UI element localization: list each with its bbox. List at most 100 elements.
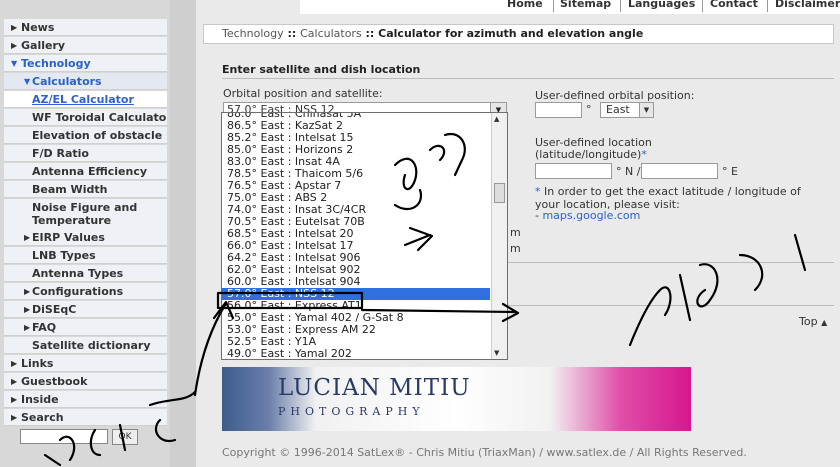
sidebar-item-faq[interactable]: ▶ FAQ — [4, 319, 167, 336]
sidebar-item-lnb-types[interactable]: LNB Types — [4, 247, 167, 264]
nav-contact-link[interactable]: Contact — [710, 0, 758, 10]
chevron-right-icon: ▶ — [24, 305, 31, 314]
nav-disclaimer-link[interactable]: Disclaimer — [775, 0, 840, 10]
latitude-unit: ° N / — [616, 165, 641, 178]
maps-link-row: - maps.google.com — [535, 209, 641, 222]
sidebar-item-antenna-types[interactable]: Antenna Types — [4, 265, 167, 282]
sidebar-item-label: EIRP Values — [32, 231, 105, 244]
sidebar-item-label: Calculators — [32, 75, 102, 88]
sidebar-item-label: Search — [21, 411, 64, 424]
sidebar-item-label: Technology — [21, 57, 91, 70]
latlon-label-text: (latitude/longitude) — [535, 148, 642, 161]
sidebar-item-label: DiSEqC — [32, 303, 77, 316]
sidebar-gutter — [170, 0, 196, 467]
sidebar-item-label: Antenna Types — [32, 267, 124, 280]
dropdown-scrollbar[interactable]: ▲ ▼ — [491, 113, 507, 359]
banner-subtitle: PHOTOGRAPHY — [278, 405, 425, 418]
sidebar-item-label: Beam Width — [32, 183, 108, 196]
chevron-right-icon: ▶ — [11, 41, 18, 50]
sidebar-item-satellite-dictionary[interactable]: Satellite dictionary — [4, 337, 167, 354]
sidebar-item-search[interactable]: ▶ Search — [4, 409, 167, 426]
orbital-position-input[interactable] — [535, 102, 582, 118]
sidebar-item-f-d-ratio[interactable]: F/D Ratio — [4, 145, 167, 162]
divider — [702, 0, 703, 12]
scroll-up-icon[interactable]: ▲ — [494, 115, 499, 123]
scroll-thumb[interactable] — [494, 183, 505, 203]
sidebar-item-label: Noise Figure and Temperature — [32, 201, 138, 227]
partial-label: m — [510, 226, 521, 239]
sidebar-item-az-el-calculator[interactable]: AZ/EL Calculator — [4, 91, 167, 108]
sidebar-item-technology[interactable]: ▼ Technology — [4, 55, 167, 72]
satellite-option[interactable]: 49.0° East : Yamal 202 — [222, 348, 490, 360]
sidebar-item-label: Inside — [21, 393, 59, 406]
satellite-dropdown-list[interactable]: 88.0° East : Chinasat 5A 86.5° East : Kaz… — [221, 112, 508, 360]
chevron-right-icon: ▶ — [11, 413, 18, 422]
sidebar-item-antenna-efficiency[interactable]: Antenna Efficiency — [4, 163, 167, 180]
sidebar: ▶ News ▶ Gallery ▼ Technology ▼ Calculators AZ/E… — [0, 0, 170, 467]
divider — [767, 0, 768, 12]
nav-sitemap-link[interactable]: Sitemap — [560, 0, 611, 10]
maps-link[interactable]: maps.google.com — [542, 209, 640, 222]
sidebar-item-configurations[interactable]: ▶ Configurations — [4, 283, 167, 300]
user-orbital-label: User-defined orbital position: — [535, 89, 695, 102]
sidebar-item-label: AZ/EL Calculator — [32, 93, 134, 106]
sidebar-item-elevation-of-obstacle[interactable]: Elevation of obstacle — [4, 127, 167, 144]
sidebar-item-label: LNB Types — [32, 249, 96, 262]
divider — [508, 305, 834, 306]
sidebar-item-beam-width[interactable]: Beam Width — [4, 181, 167, 198]
sidebar-item-news[interactable]: ▶ News — [4, 19, 167, 36]
direction-select-value: East — [606, 103, 630, 116]
sidebar-item-label: Guestbook — [21, 375, 88, 388]
photography-banner[interactable]: LUCIAN MITIU PHOTOGRAPHY — [222, 367, 691, 431]
sidebar-item-calculators[interactable]: ▼ Calculators — [4, 73, 167, 90]
top-link[interactable]: Top ▲ — [799, 315, 827, 328]
search-input[interactable] — [20, 429, 108, 444]
latitude-input[interactable] — [535, 163, 612, 179]
sidebar-item-label: WF Toroidal Calculator — [32, 111, 167, 124]
chevron-right-icon: ▶ — [24, 233, 31, 242]
chevron-right-icon: ▶ — [11, 395, 18, 404]
location-note: * In order to get the exact latitude / l… — [535, 185, 825, 211]
top-link-label: Top — [799, 315, 818, 328]
sidebar-item-gallery[interactable]: ▶ Gallery — [4, 37, 167, 54]
search-button[interactable]: OK — [112, 429, 138, 445]
sidebar-item-links[interactable]: ▶ Links — [4, 355, 167, 372]
direction-select[interactable]: East ▼ — [600, 102, 654, 118]
chevron-right-icon: ▶ — [24, 287, 31, 296]
sidebar-item-label: FAQ — [32, 321, 57, 334]
breadcrumb-separator: :: — [361, 27, 379, 40]
sidebar-item-label: Configurations — [32, 285, 124, 298]
chevron-right-icon: ▶ — [11, 359, 18, 368]
sidebar-item-guestbook[interactable]: ▶ Guestbook — [4, 373, 167, 390]
sidebar-item-wf-toroidal-calculator[interactable]: WF Toroidal Calculator — [4, 109, 167, 126]
sidebar-item-noise-figure-and-temperature[interactable]: Noise Figure and Temperature — [4, 199, 167, 230]
sidebar-item-label: F/D Ratio — [32, 147, 89, 160]
scroll-down-icon[interactable]: ▼ — [494, 349, 499, 357]
breadcrumb-calculators[interactable]: Calculators — [300, 27, 362, 40]
banner-title: LUCIAN MITIU — [278, 375, 471, 401]
sidebar-item-label: Satellite dictionary — [32, 339, 151, 352]
longitude-input[interactable] — [641, 163, 718, 179]
sidebar-item-label: Links — [21, 357, 54, 370]
divider — [222, 78, 834, 79]
nav-home-link[interactable]: Home — [507, 0, 543, 10]
breadcrumb-technology[interactable]: Technology — [222, 27, 284, 40]
chevron-right-icon: ▶ — [11, 23, 18, 32]
longitude-unit: ° E — [722, 165, 738, 178]
arrow-up-icon: ▲ — [821, 318, 828, 327]
chevron-down-icon[interactable]: ▼ — [639, 103, 653, 117]
nav-languages-link[interactable]: Languages — [628, 0, 695, 10]
note-text: In order to get the exact latitude / lon… — [535, 185, 801, 211]
latlon-label: (latitude/longitude)* — [535, 148, 647, 161]
sidebar-item-diseqc[interactable]: ▶ DiSEqC — [4, 301, 167, 318]
degree-label: ° — [586, 103, 592, 116]
footer-copyright: Copyright © 1996-2014 SatLex® - Chris Mi… — [222, 446, 747, 459]
sidebar-item-eirp-values[interactable]: ▶ EIRP Values — [4, 229, 167, 246]
chevron-right-icon: ▶ — [24, 323, 31, 332]
orbital-position-label: Orbital position and satellite: — [223, 87, 383, 100]
chevron-down-icon: ▼ — [24, 77, 31, 86]
divider — [508, 262, 834, 263]
sidebar-item-inside[interactable]: ▶ Inside — [4, 391, 167, 408]
breadcrumb: Technology :: Calculators :: Calculator … — [203, 24, 834, 44]
section-title: Enter satellite and dish location — [222, 63, 421, 76]
